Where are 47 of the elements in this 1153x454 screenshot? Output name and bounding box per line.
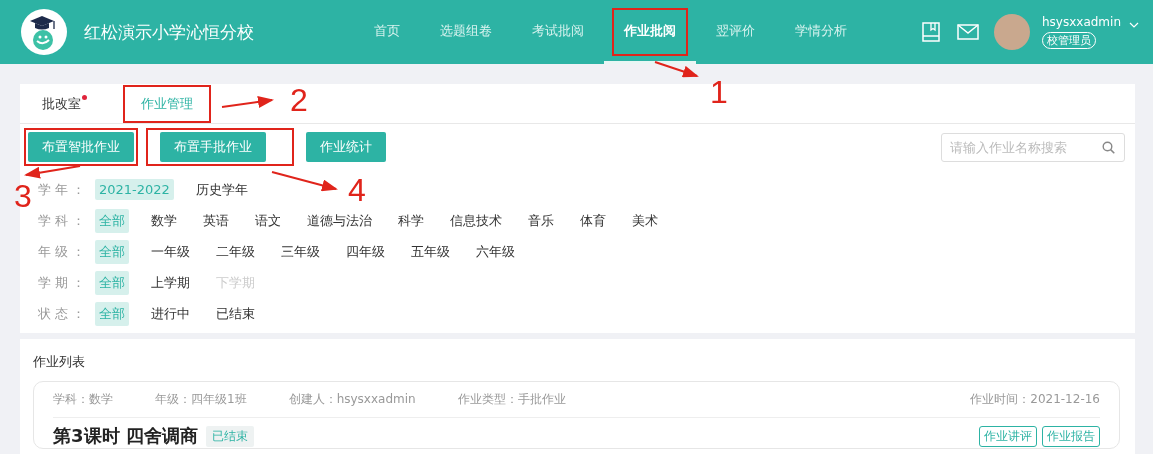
search-icon[interactable]: [1102, 140, 1115, 154]
school-name: 红松演示小学沁恒分校: [84, 20, 255, 44]
type-text: 作业类型：手批作业: [457, 391, 566, 408]
status-badge: 已结束: [205, 425, 254, 447]
logo-icon: [20, 8, 68, 56]
annotation-arrow: [271, 171, 338, 192]
homework-title[interactable]: 第3课时 四舍调商: [53, 424, 198, 448]
filter-label: 学 期 ：: [38, 273, 87, 292]
filter-option[interactable]: 已结束: [212, 301, 259, 326]
filter-option[interactable]: 二年级: [212, 239, 259, 264]
filter-option[interactable]: 进行中: [147, 301, 194, 326]
filter-option[interactable]: 体育: [576, 208, 610, 233]
filter-option[interactable]: 语文: [251, 208, 285, 233]
filter-option[interactable]: 四年级: [342, 239, 389, 264]
filter-option[interactable]: 科学: [394, 208, 428, 233]
filter-option[interactable]: 音乐: [524, 208, 558, 233]
filter-option[interactable]: 五年级: [407, 239, 454, 264]
annotation-arrow: [221, 96, 274, 108]
filter-option[interactable]: 英语: [199, 208, 233, 233]
filter-label: 学 科 ：: [38, 211, 87, 230]
grade-text: 年级：四年级1班: [155, 391, 247, 408]
filter-label: 状 态 ：: [38, 304, 87, 323]
book-icon[interactable]: [920, 21, 942, 43]
mail-icon[interactable]: [956, 21, 980, 43]
search-field[interactable]: 请输入作业名称搜索: [941, 132, 1125, 162]
tab[interactable]: 批改室: [38, 86, 85, 121]
filter-option[interactable]: 美术: [628, 208, 662, 233]
creator-text: 创建人：hsysxxadmin: [288, 391, 416, 408]
annotation-number: 2: [290, 82, 308, 119]
annotation-number: 1: [710, 74, 728, 111]
section-title: 作业列表: [33, 353, 86, 371]
filter-option[interactable]: 三年级: [277, 239, 324, 264]
annotation-arrow: [654, 61, 699, 78]
filter-option[interactable]: 道德与法治: [303, 208, 376, 233]
annotation-number: 4: [348, 172, 366, 209]
filter-option[interactable]: 一年级: [147, 239, 194, 264]
filter-option[interactable]: 信息技术: [446, 208, 506, 233]
filter-label: 年 级 ：: [38, 242, 87, 261]
filter-option[interactable]: 上学期: [147, 270, 194, 295]
filter-label: 学 年 ：: [38, 180, 87, 199]
date-text: 作业时间：2021-12-16: [970, 391, 1100, 408]
filter-option[interactable]: 数学: [147, 208, 181, 233]
filter-option[interactable]: 历史学年: [191, 177, 252, 202]
subject-text: 学科：数学: [53, 391, 113, 408]
annotation-number: 3: [14, 178, 32, 215]
filter-option[interactable]: 六年级: [472, 239, 519, 264]
caret-icon[interactable]: [1129, 21, 1139, 29]
